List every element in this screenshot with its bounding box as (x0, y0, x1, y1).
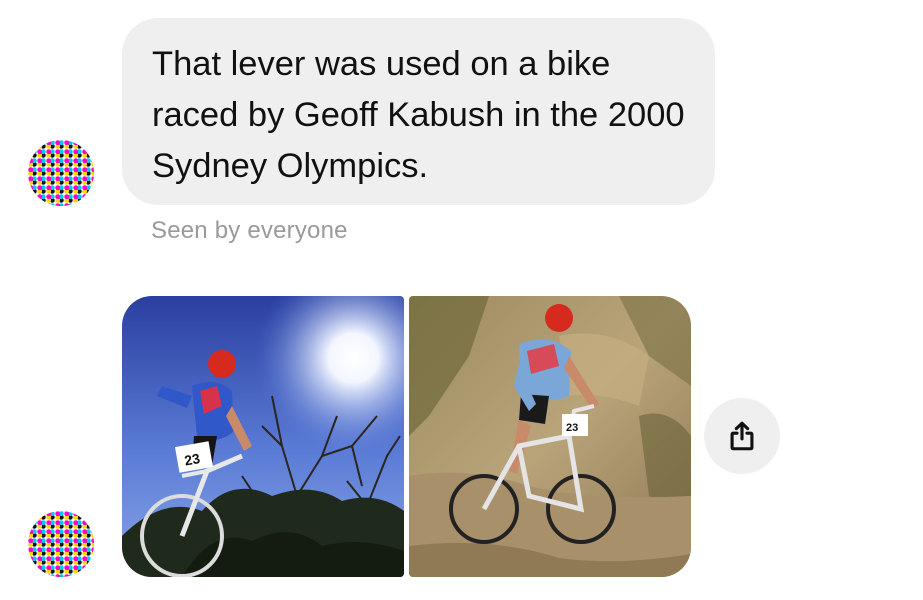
cyclist-sky-image: 23 (122, 296, 404, 577)
share-button[interactable] (704, 398, 780, 474)
share-icon (730, 421, 754, 451)
message-bubble[interactable]: That lever was used on a bike raced by G… (122, 18, 715, 205)
cyclist-rocks-image: 23 (409, 296, 691, 577)
bib-number-left: 23 (183, 450, 201, 468)
sender-avatar[interactable] (28, 511, 94, 577)
bib-number-right: 23 (566, 422, 578, 434)
sender-avatar[interactable] (28, 140, 94, 206)
seen-status: Seen by everyone (151, 217, 348, 244)
message-text: That lever was used on a bike raced by G… (152, 45, 685, 185)
photo-cyclist-rocks[interactable]: 23 (409, 296, 691, 577)
photo-cyclist-sky[interactable]: 23 (122, 296, 404, 577)
